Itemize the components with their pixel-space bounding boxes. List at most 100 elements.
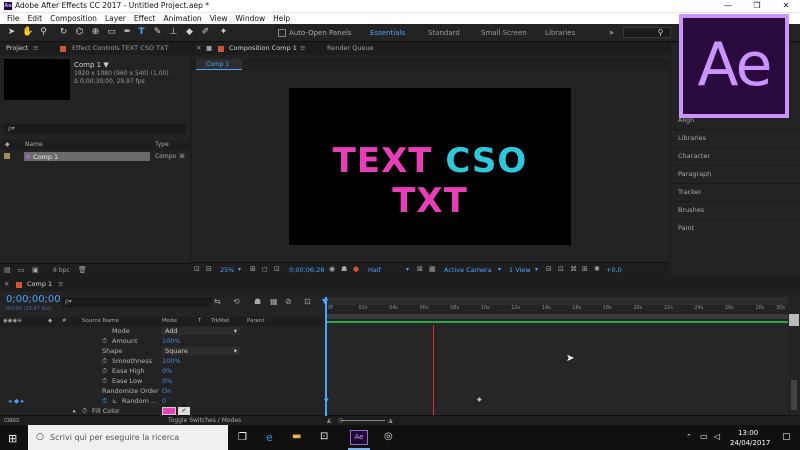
zoom-in-icon[interactable]: ◮	[388, 417, 393, 424]
view-chevron-down-icon[interactable]: ▾	[535, 266, 538, 273]
keyframe-toggle-icon[interactable]: ◆	[14, 397, 19, 405]
frame-blending-icon[interactable]: ▦	[270, 297, 278, 306]
keyframe-icon[interactable]: ◆	[477, 396, 482, 403]
col-parent[interactable]: Parent	[247, 318, 265, 324]
panel-paint[interactable]: Paint	[678, 224, 694, 232]
clone-stamp-tool-icon[interactable]: ⊥	[168, 27, 179, 38]
panel-character[interactable]: Character	[678, 152, 710, 160]
motion-blur-toggle-icon[interactable]: ⊘	[285, 297, 292, 306]
work-area-bar[interactable]	[325, 297, 788, 305]
layer-switches-icon[interactable]: ⊡⊞⊟	[4, 417, 19, 424]
menu-view[interactable]: View	[206, 13, 232, 24]
workspace-overflow-icon[interactable]: »	[606, 27, 617, 38]
roto-brush-tool-icon[interactable]: ✐	[200, 27, 211, 38]
magnification-icon[interactable]: ⊟	[206, 265, 212, 273]
comp-mini-flowchart-icon[interactable]: ⇆	[214, 297, 221, 306]
pan-behind-tool-icon[interactable]: ⊕	[90, 27, 101, 38]
minimize-icon[interactable]: —	[715, 0, 741, 12]
timeline-link-icon[interactable]: ⊞	[582, 265, 588, 273]
panel-close-icon[interactable]: ✕	[196, 44, 201, 52]
selection-tool-icon[interactable]: ➤	[6, 27, 17, 38]
shy-icon[interactable]: ☗	[254, 297, 261, 306]
comp-name[interactable]: Comp 1 ▼	[74, 61, 109, 69]
taskbar-date[interactable]: 24/04/2017	[730, 439, 770, 447]
pen-tool-icon[interactable]: ✒	[122, 27, 133, 38]
menu-window[interactable]: Window	[232, 13, 270, 24]
menu-effect[interactable]: Effect	[130, 13, 160, 24]
task-view-icon[interactable]: ❐	[238, 432, 247, 443]
timeline-vertical-scrollbar[interactable]	[791, 380, 797, 410]
taskbar-search-box[interactable]: ○ Scrivi qui per eseguire la ricerca	[28, 425, 228, 450]
exposure-value[interactable]: +0,0	[606, 266, 622, 274]
menu-help[interactable]: Help	[269, 13, 294, 24]
smoothness-value[interactable]: 100%	[162, 357, 181, 365]
zoom-select[interactable]: 25%	[220, 266, 234, 274]
panel-libraries[interactable]: Libraries	[678, 134, 706, 142]
keyframe-next-icon[interactable]: ▸	[21, 397, 24, 405]
resolution-select[interactable]: Half	[368, 266, 381, 274]
camera-chevron-down-icon[interactable]: ▾	[498, 266, 501, 273]
draft-3d-icon[interactable]: ⟲	[233, 297, 240, 306]
zoom-slider[interactable]	[340, 420, 385, 421]
timeline-close-icon[interactable]: ✕	[4, 280, 9, 288]
panel-brushes[interactable]: Brushes	[678, 206, 704, 214]
panel-paragraph[interactable]: Paragraph	[678, 170, 711, 178]
zoom-slider-handle-icon[interactable]: ○	[338, 417, 343, 424]
close-icon[interactable]: ✕	[773, 0, 799, 12]
randomize-order-value[interactable]: On	[162, 387, 171, 395]
current-time[interactable]: 0;00;06;26	[289, 266, 325, 274]
ease-low-value[interactable]: 0%	[162, 377, 172, 385]
track-area[interactable]	[325, 323, 788, 415]
new-folder-icon[interactable]: ▭	[18, 266, 25, 274]
channel-icon[interactable]: ●	[353, 265, 359, 273]
timeline-scrollbar-end[interactable]	[789, 314, 799, 326]
brush-tool-icon[interactable]: ✎	[152, 27, 163, 38]
menu-edit[interactable]: Edit	[24, 13, 47, 24]
col-name[interactable]: Name	[25, 141, 43, 148]
stopwatch-active-icon[interactable]: ⏱	[102, 397, 107, 406]
mode-select[interactable]: Add ▾	[162, 327, 240, 335]
flowchart-view-icon[interactable]: ⌘	[570, 265, 577, 273]
composition-viewer[interactable]: TEXT CSO TXT	[289, 88, 571, 245]
stopwatch-icon[interactable]: ⏱	[102, 367, 107, 376]
col-t[interactable]: T	[198, 318, 201, 324]
workspace-libraries[interactable]: Libraries	[545, 29, 575, 37]
menu-layer[interactable]: Layer	[101, 13, 130, 24]
timeline-search-input[interactable]: ρ▾	[62, 297, 212, 307]
lock-icon[interactable]: ■	[206, 44, 212, 52]
timeline-menu-icon[interactable]: ≡	[58, 280, 63, 288]
menu-animation[interactable]: Animation	[159, 13, 205, 24]
zoom-out-icon[interactable]: ◭	[327, 417, 332, 424]
ease-high-value[interactable]: 0%	[162, 367, 172, 375]
motion-blur-icon[interactable]: ⊡	[558, 265, 564, 273]
stopwatch-icon[interactable]: ⏱	[102, 357, 107, 366]
after-effects-taskbar-icon[interactable]: Ae	[350, 430, 368, 445]
col-type[interactable]: Type	[155, 141, 169, 148]
toggle-pixel-aspect-icon[interactable]: ⊟	[546, 265, 552, 273]
project-item-row[interactable]: ▣ Comp 1 Compo ⌘	[0, 151, 190, 162]
layer-duration-bar[interactable]	[325, 314, 788, 319]
workspace-small-screen[interactable]: Small Screen	[481, 29, 527, 37]
eraser-tool-icon[interactable]: ◆	[184, 27, 195, 38]
keyframe-start-icon[interactable]: ◆	[324, 396, 329, 403]
hand-tool-icon[interactable]: ✋	[22, 27, 33, 38]
type-tool-icon[interactable]: T	[136, 27, 147, 38]
shape-select[interactable]: Square ▾	[162, 347, 240, 355]
notifications-icon[interactable]: ▢	[782, 432, 791, 442]
menu-composition[interactable]: Composition	[46, 13, 101, 24]
zoom-tool-icon[interactable]: ⚲	[38, 27, 49, 38]
restore-icon[interactable]: ❐	[744, 0, 770, 12]
panel-tracker[interactable]: Tracker	[678, 188, 701, 196]
camera-tool-icon[interactable]: ⌬	[74, 27, 85, 38]
rotate-tool-icon[interactable]: ↻	[58, 27, 69, 38]
always-preview-icon[interactable]: ⊡	[194, 265, 200, 273]
file-explorer-icon[interactable]: ▬	[292, 431, 301, 442]
comp-panel-menu-icon[interactable]: ≡	[300, 44, 305, 52]
tab-render-queue[interactable]: Render Queue	[327, 44, 374, 52]
resolution-chevron-down-icon[interactable]: ▾	[406, 266, 409, 273]
trash-icon[interactable]: 🗑	[78, 266, 87, 274]
tab-timeline-comp[interactable]: Comp 1	[27, 280, 52, 288]
expand-arrow-icon[interactable]: ▸	[73, 407, 76, 415]
stopwatch-icon[interactable]: ⏱	[102, 377, 107, 386]
amount-value[interactable]: 100%	[162, 337, 181, 345]
